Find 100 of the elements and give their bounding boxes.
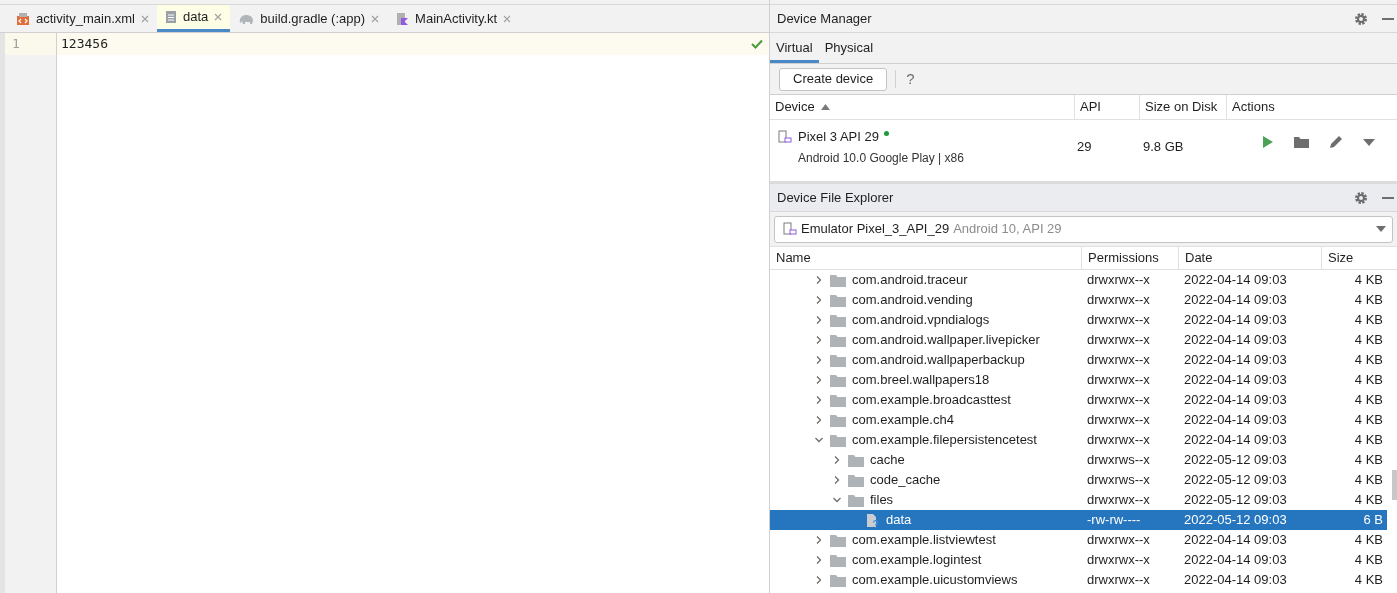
file-tree-row[interactable]: files drwxrwx--x 2022-05-12 09:03 4 KB: [770, 490, 1387, 510]
close-icon[interactable]: [214, 13, 223, 21]
file-tree-row[interactable]: com.android.vpndialogs drwxrwx--x 2022-04-14 09:03 4 KB: [770, 310, 1387, 330]
column-header[interactable]: Actions: [1226, 95, 1397, 119]
date-text: 2022-04-14 09:03: [1183, 331, 1288, 350]
column-header[interactable]: API: [1074, 95, 1139, 119]
file-name: com.android.vpndialogs: [852, 311, 990, 330]
column-header[interactable]: Name: [770, 247, 1081, 269]
file-tree-row[interactable]: com.android.wallpaper.livepicker drwxrwx--x 2022-04-14 09:03 4 KB: [770, 330, 1387, 350]
create-device-button[interactable]: Create device: [779, 67, 888, 91]
size-text: 4 KB: [1353, 471, 1384, 490]
permissions-text: drwxrwx--x: [1086, 271, 1151, 290]
editor-tab[interactable]: data: [156, 5, 231, 32]
code-line: 123456: [61, 35, 108, 54]
settings-icon[interactable]: [1354, 190, 1368, 205]
folder-icon: [830, 553, 846, 567]
close-icon[interactable]: [371, 14, 380, 23]
size-text: 4 KB: [1353, 271, 1384, 290]
permissions-text: drwxrwx--x: [1086, 551, 1151, 570]
settings-icon[interactable]: [1354, 11, 1368, 26]
checkmark-icon: [751, 39, 763, 49]
permissions-text: drwxrwx--x: [1086, 291, 1151, 310]
folder-icon: [830, 433, 846, 447]
pencil-icon[interactable]: [1329, 135, 1343, 149]
minimize-icon[interactable]: [1382, 17, 1394, 20]
unknown-file-icon: [866, 512, 880, 528]
panel-tab[interactable]: Physical: [818, 33, 880, 63]
size-text: 4 KB: [1353, 351, 1384, 370]
column-header[interactable]: Date: [1178, 247, 1321, 269]
folder-icon: [830, 413, 846, 427]
file-tree-row[interactable]: com.example.uicustomviews drwxrwx--x 2022-04-14 09:03 4 KB: [770, 570, 1387, 590]
permissions-text: drwxrwx--x: [1086, 411, 1151, 430]
panel-title: Device Manager: [777, 9, 872, 28]
folder-icon: [830, 393, 846, 407]
close-icon[interactable]: [503, 14, 512, 23]
date-text: 2022-05-12 09:03: [1183, 451, 1288, 470]
size-text: 4 KB: [1353, 311, 1384, 330]
file-tree-row[interactable]: com.example.logintest drwxrwx--x 2022-04-14 09:03 4 KB: [770, 550, 1387, 570]
file-name: com.example.uicustomviews: [852, 571, 1018, 590]
minimize-icon[interactable]: [1382, 196, 1394, 199]
text-file-icon: [164, 10, 177, 24]
size-text: 4 KB: [1353, 291, 1384, 310]
date-text: 2022-04-14 09:03: [1183, 371, 1288, 390]
file-tree-row[interactable]: com.example.ch4 drwxrwx--x 2022-04-14 09:03 4 KB: [770, 410, 1387, 430]
size-text: 4 KB: [1353, 411, 1384, 430]
date-text: 2022-04-14 09:03: [1183, 291, 1288, 310]
file-name: com.example.logintest: [852, 551, 982, 570]
close-icon[interactable]: [140, 14, 149, 23]
file-name: code_cache: [870, 471, 941, 490]
date-text: 2022-04-14 09:03: [1183, 391, 1288, 410]
size-text: 4 KB: [1353, 491, 1384, 510]
panel-title: Device File Explorer: [777, 188, 894, 207]
file-tree-row[interactable]: data -rw-rw---- 2022-05-12 09:03 6 B: [770, 510, 1387, 530]
file-tree-row[interactable]: com.android.vending drwxrwx--x 2022-04-14 09:03 4 KB: [770, 290, 1387, 310]
file-name: data: [886, 511, 912, 530]
column-header[interactable]: Device: [770, 95, 1074, 119]
folder-icon: [830, 333, 846, 347]
column-header[interactable]: Permissions: [1081, 247, 1178, 269]
column-header[interactable]: Size: [1321, 247, 1387, 269]
size-text: 4 KB: [1353, 371, 1384, 390]
editor-tab[interactable]: activity_main.xml: [8, 5, 157, 32]
sort-ascending-icon: [820, 104, 830, 110]
dropdown-arrow-icon: [1376, 226, 1386, 232]
size-text: 4 KB: [1353, 551, 1384, 570]
file-tree-row[interactable]: code_cache drwxrws--x 2022-05-12 09:03 4 KB: [770, 470, 1387, 490]
size-text: 4 KB: [1353, 531, 1384, 550]
file-name: com.breel.wallpapers18: [852, 371, 990, 390]
file-tree-row[interactable]: com.breel.wallpapers18 drwxrwx--x 2022-04-14 09:03 4 KB: [770, 370, 1387, 390]
date-text: 2022-04-14 09:03: [1183, 571, 1288, 590]
api-level-text: 29: [1076, 138, 1093, 156]
file-name: com.example.broadcasttest: [852, 391, 1011, 410]
folder-icon: [830, 273, 846, 287]
folder-icon: [848, 453, 864, 467]
device-details: Android 10.0 Google Play | x86: [798, 149, 964, 167]
editor-tab[interactable]: build.gradle (:app): [230, 5, 388, 32]
file-name: com.android.traceur: [852, 271, 968, 290]
device-icon: [783, 222, 797, 236]
date-text: 2022-04-14 09:03: [1183, 551, 1288, 570]
device-dropdown[interactable]: Emulator Pixel_3_API_29 Android 10, API 29: [774, 215, 1393, 243]
date-text: 2022-04-14 09:03: [1183, 351, 1288, 370]
file-tree-row[interactable]: com.example.filepersistencetest drwxrwx--x 2022-04-14 09:03 4 KB: [770, 430, 1387, 450]
help-button[interactable]: ?: [904, 67, 917, 91]
scrollbar-thumb[interactable]: [1392, 470, 1397, 500]
file-tree-row[interactable]: cache drwxrws--x 2022-05-12 09:03 4 KB: [770, 450, 1387, 470]
permissions-text: drwxrwx--x: [1086, 371, 1151, 390]
size-text: 4 KB: [1353, 391, 1384, 410]
column-header[interactable]: Size on Disk: [1139, 95, 1226, 119]
file-tree-row[interactable]: com.android.traceur drwxrwx--x 2022-04-14 09:03 4 KB: [770, 270, 1387, 290]
editor-tab[interactable]: MainActivity.kt: [387, 5, 520, 32]
folder-icon: [830, 293, 846, 307]
file-tree-row[interactable]: com.example.broadcasttest drwxrwx--x 2022-04-14 09:03 4 KB: [770, 390, 1387, 410]
folder-icon[interactable]: [1294, 136, 1309, 148]
size-text: 4 KB: [1353, 331, 1384, 350]
date-text: 2022-05-12 09:03: [1183, 471, 1288, 490]
file-tree-row[interactable]: com.example.listviewtest drwxrwx--x 2022-04-14 09:03 4 KB: [770, 530, 1387, 550]
play-icon[interactable]: [1262, 135, 1274, 149]
date-text: 2022-05-12 09:03: [1183, 511, 1288, 530]
dropdown-arrow-icon[interactable]: [1363, 138, 1375, 146]
file-tree-row[interactable]: com.android.wallpaperbackup drwxrwx--x 2022-04-14 09:03 4 KB: [770, 350, 1387, 370]
file-name: com.example.listviewtest: [852, 531, 996, 550]
